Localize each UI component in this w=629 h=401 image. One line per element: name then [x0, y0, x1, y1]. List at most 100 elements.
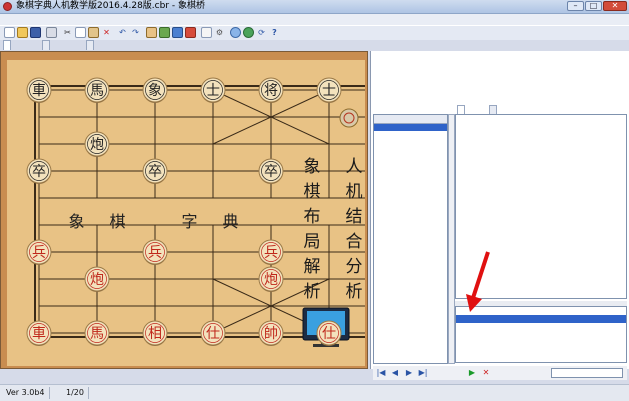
- xiangqi-app-icon[interactable]: [3, 2, 12, 11]
- piece-label: 炮: [264, 272, 278, 288]
- black-piece[interactable]: 卒: [142, 158, 168, 184]
- cut-icon[interactable]: ✂: [62, 27, 73, 38]
- piece-label: 馬: [90, 326, 104, 342]
- red-piece[interactable]: 馬: [84, 320, 110, 346]
- black-piece[interactable]: 炮: [84, 131, 110, 157]
- black-piece[interactable]: 士: [316, 77, 342, 103]
- first-move-button[interactable]: |◀: [376, 368, 386, 378]
- analyze-icon[interactable]: [159, 27, 170, 38]
- delete-branch-icon[interactable]: ✕: [481, 368, 491, 378]
- minimize-button[interactable]: –: [567, 1, 584, 11]
- black-piece[interactable]: 馬: [84, 77, 110, 103]
- piece-label: 車: [32, 82, 46, 99]
- engine-icon[interactable]: [172, 27, 183, 38]
- move-row[interactable]: [374, 138, 447, 145]
- redo-icon[interactable]: ↷: [130, 27, 141, 38]
- copy-icon[interactable]: [75, 27, 86, 38]
- move-row[interactable]: [374, 264, 447, 271]
- web-icon[interactable]: [243, 27, 254, 38]
- stop-icon[interactable]: [185, 27, 196, 38]
- tab-database[interactable]: [42, 40, 50, 50]
- black-piece[interactable]: 将: [258, 77, 284, 103]
- black-piece[interactable]: 象: [142, 77, 168, 103]
- open-icon[interactable]: [17, 27, 28, 38]
- tab-comment[interactable]: [457, 105, 465, 114]
- red-piece[interactable]: 仕: [316, 320, 342, 346]
- black-piece[interactable]: 車: [26, 77, 52, 103]
- move-row[interactable]: [374, 152, 447, 159]
- opening-book-row[interactable]: [456, 323, 626, 331]
- move-row[interactable]: [374, 257, 447, 264]
- move-row[interactable]: [374, 215, 447, 222]
- info-title: [373, 53, 625, 62]
- branch-down-button[interactable]: [449, 368, 459, 378]
- tab-notes[interactable]: [489, 105, 497, 114]
- red-piece[interactable]: 炮: [84, 266, 110, 292]
- paste-icon[interactable]: [88, 27, 99, 38]
- help-icon[interactable]: ?: [269, 27, 280, 38]
- red-piece[interactable]: 帥: [258, 320, 284, 346]
- play-icon[interactable]: ▶: [467, 368, 477, 378]
- red-piece[interactable]: 相: [142, 320, 168, 346]
- branch-up-button[interactable]: [435, 368, 445, 378]
- move-row[interactable]: [374, 173, 447, 180]
- move-row[interactable]: [374, 208, 447, 215]
- move-row[interactable]: [374, 271, 447, 278]
- pgn-icon[interactable]: [201, 27, 212, 38]
- board-icon[interactable]: [146, 27, 157, 38]
- red-piece[interactable]: 炮: [258, 266, 284, 292]
- move-row[interactable]: [374, 236, 447, 243]
- refresh-icon[interactable]: ⟳: [256, 27, 267, 38]
- black-piece[interactable]: 卒: [258, 158, 284, 184]
- close-button[interactable]: ✕: [603, 1, 627, 11]
- red-piece[interactable]: 兵: [142, 239, 168, 265]
- red-piece[interactable]: 兵: [258, 239, 284, 265]
- banner-char: 局: [304, 232, 321, 252]
- last-move-button[interactable]: ▶|: [418, 368, 428, 378]
- black-piece[interactable]: 卒: [26, 158, 52, 184]
- move-list-header: [374, 115, 447, 124]
- move-row[interactable]: [374, 166, 447, 173]
- red-piece[interactable]: 兵: [26, 239, 52, 265]
- delete-icon[interactable]: ✕: [101, 27, 112, 38]
- opening-book-row[interactable]: [456, 347, 626, 355]
- move-row[interactable]: [374, 145, 447, 152]
- move-row[interactable]: [374, 159, 447, 166]
- piece-label: 兵: [264, 245, 278, 261]
- settings-icon[interactable]: ⚙: [214, 27, 225, 38]
- search-input[interactable]: [551, 368, 623, 378]
- opening-book-row[interactable]: [456, 339, 626, 347]
- red-piece[interactable]: 車: [26, 320, 52, 346]
- tab-library[interactable]: [86, 40, 94, 50]
- prev-move-button[interactable]: ◀: [390, 368, 400, 378]
- move-row[interactable]: [374, 229, 447, 236]
- view-tabs: [0, 40, 629, 50]
- move-row[interactable]: [374, 124, 447, 131]
- xiangqi-board[interactable]: 象 棋 字 典 象棋布局解析人机结合分析 車馬象士将士象馬車炮炮卒卒卒卒卒兵兵兵…: [7, 60, 365, 366]
- piece-label: 士: [206, 83, 220, 99]
- black-piece[interactable]: 士: [200, 77, 226, 103]
- move-row[interactable]: [374, 222, 447, 229]
- move-row[interactable]: [374, 201, 447, 208]
- move-row[interactable]: [374, 187, 447, 194]
- save-icon[interactable]: [30, 27, 41, 38]
- opening-book-list[interactable]: [455, 306, 627, 363]
- move-row[interactable]: [374, 180, 447, 187]
- opening-book-row[interactable]: [456, 331, 626, 339]
- move-list[interactable]: [373, 114, 448, 364]
- undo-icon[interactable]: ↶: [117, 27, 128, 38]
- new-icon[interactable]: [4, 27, 15, 38]
- next-move-button[interactable]: ▶: [404, 368, 414, 378]
- move-row[interactable]: [374, 250, 447, 257]
- move-list-scrollbar[interactable]: [448, 114, 455, 364]
- red-piece[interactable]: 仕: [200, 320, 226, 346]
- move-row[interactable]: [374, 243, 447, 250]
- connect-icon[interactable]: [230, 27, 241, 38]
- maximize-button[interactable]: □: [585, 1, 602, 11]
- print-icon[interactable]: [46, 27, 57, 38]
- opening-book-row[interactable]: [456, 315, 626, 323]
- opening-book-row[interactable]: [456, 355, 626, 363]
- move-row[interactable]: [374, 194, 447, 201]
- tab-play[interactable]: [3, 40, 11, 50]
- move-row[interactable]: [374, 131, 447, 138]
